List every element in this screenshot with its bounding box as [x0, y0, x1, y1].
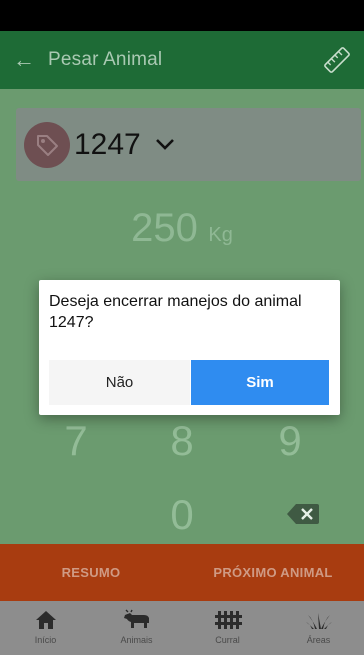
- dialog-message: Deseja encerrar manejos do animal 1247?: [49, 293, 302, 331]
- ruler-icon[interactable]: [310, 31, 364, 89]
- tag-icon: [24, 121, 70, 168]
- page-title: Pesar Animal: [48, 49, 163, 70]
- grass-icon: [305, 613, 332, 629]
- yes-button[interactable]: Sim: [191, 360, 329, 405]
- nav-label: Áreas: [306, 635, 331, 645]
- weight-display: 250 Kg: [0, 206, 364, 251]
- next-animal-button[interactable]: PRÓXIMO ANIMAL: [182, 544, 364, 601]
- animal-selector[interactable]: 1247: [16, 108, 361, 181]
- arrow-left-icon[interactable]: ←: [0, 31, 48, 89]
- no-button[interactable]: Não: [49, 360, 190, 405]
- nav-item-animais[interactable]: Animais: [91, 601, 182, 655]
- nav-label: Animais: [120, 635, 153, 645]
- status-bar: [0, 0, 364, 31]
- weight-unit: Kg: [208, 224, 233, 246]
- nav-label: Início: [34, 635, 57, 645]
- confirm-dialog: Deseja encerrar manejos do animal 1247? …: [39, 280, 340, 415]
- nav-item-inicio[interactable]: Início: [0, 601, 91, 655]
- home-icon: [35, 611, 56, 629]
- key-0[interactable]: 0: [152, 491, 212, 539]
- cow-icon: [123, 609, 149, 628]
- key-9[interactable]: 9: [260, 417, 320, 465]
- nav-item-areas[interactable]: Áreas: [273, 601, 364, 655]
- weight-value: 250: [131, 206, 198, 250]
- backspace-icon[interactable]: [286, 502, 320, 531]
- key-8[interactable]: 8: [152, 417, 212, 465]
- action-bar: RESUMO PRÓXIMO ANIMAL: [0, 544, 364, 601]
- fence-icon: [214, 611, 242, 629]
- nav-item-curral[interactable]: Curral: [182, 601, 273, 655]
- summary-button[interactable]: RESUMO: [0, 544, 182, 601]
- chevron-down-icon: [155, 137, 175, 156]
- animal-id: 1247: [74, 127, 141, 161]
- key-7[interactable]: 7: [46, 417, 106, 465]
- app-bar: ← Pesar Animal: [0, 31, 364, 89]
- nav-label: Curral: [215, 635, 240, 645]
- bottom-nav: Início Animais Curral Áreas: [0, 601, 364, 655]
